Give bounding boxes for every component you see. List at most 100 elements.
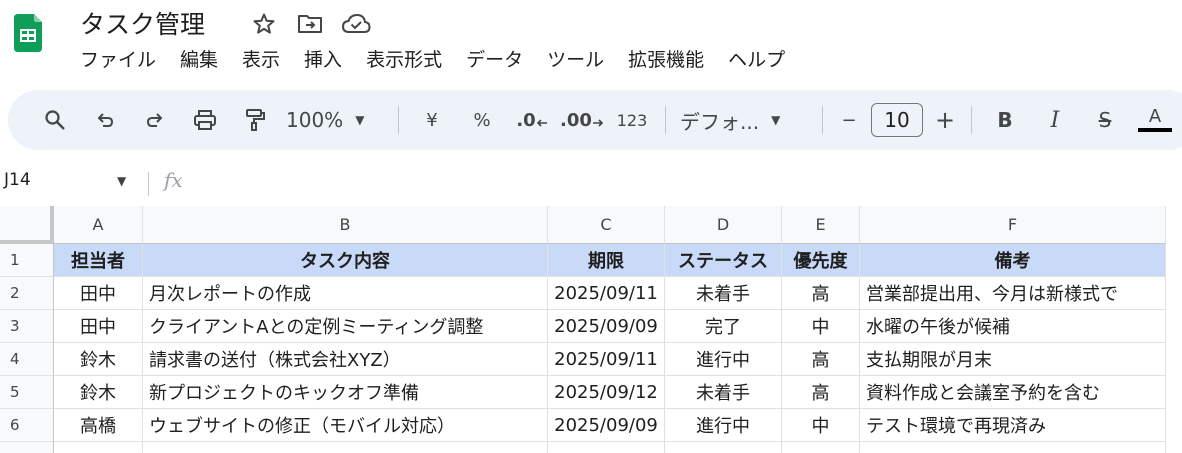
table-cell[interactable]: 中 [782, 409, 860, 442]
function-icon: fx [164, 168, 183, 192]
formula-bar: J14 ▼ fx [0, 162, 1182, 206]
empty-cell[interactable] [143, 442, 548, 453]
zoom-value: 100% [286, 108, 344, 132]
table-cell[interactable]: 2025/09/09 [548, 310, 665, 343]
name-box[interactable]: J14 [4, 170, 31, 190]
decrease-decimal-label: .0 [516, 109, 536, 131]
table-cell[interactable]: 進行中 [665, 409, 782, 442]
menu-tools[interactable]: ツール [535, 46, 616, 74]
table-cell[interactable]: 高 [782, 343, 860, 376]
menu-view[interactable]: 表示 [230, 46, 292, 74]
table-cell[interactable]: 2025/09/12 [548, 376, 665, 409]
select-all-corner[interactable] [0, 206, 54, 244]
column-header-d[interactable]: D [665, 206, 782, 244]
table-cell[interactable]: 中 [782, 310, 860, 343]
sheets-logo-icon[interactable] [14, 14, 42, 64]
empty-cell[interactable] [665, 442, 782, 453]
decrease-font-size-button[interactable]: − [831, 100, 867, 140]
row-header-4[interactable]: 4 [0, 343, 54, 376]
table-cell[interactable]: 2025/09/11 [548, 277, 665, 310]
column-header-f[interactable]: F [860, 206, 1166, 244]
table-cell[interactable]: 進行中 [665, 343, 782, 376]
text-color-swatch [1138, 128, 1172, 132]
currency-format-button[interactable]: ¥ [407, 100, 457, 140]
table-cell[interactable]: 支払期限が月末 [860, 343, 1166, 376]
row-header-5[interactable]: 5 [0, 376, 54, 409]
increase-font-size-button[interactable]: + [927, 100, 963, 140]
table-cell[interactable]: 2025/09/09 [548, 409, 665, 442]
cloud-saved-icon[interactable] [338, 10, 374, 38]
row-header-3[interactable]: 3 [0, 310, 54, 343]
menu-insert[interactable]: 挿入 [292, 46, 354, 74]
empty-cell[interactable] [548, 442, 665, 453]
search-icon[interactable] [30, 100, 80, 140]
text-color-button[interactable]: A [1130, 100, 1180, 140]
menu-edit[interactable]: 編集 [168, 46, 230, 74]
bold-button[interactable]: B [980, 100, 1030, 140]
chevron-down-icon: ▼ [771, 113, 781, 127]
table-cell[interactable]: 請求書の送付（株式会社XYZ） [143, 343, 548, 376]
menu-help[interactable]: ヘルプ [716, 46, 797, 74]
table-cell[interactable]: 鈴木 [54, 343, 143, 376]
table-cell[interactable]: テスト環境で再現済み [860, 409, 1166, 442]
column-header-b[interactable]: B [143, 206, 548, 244]
row-header-empty[interactable] [0, 442, 54, 453]
table-cell[interactable]: 月次レポートの作成 [143, 277, 548, 310]
table-cell[interactable]: クライアントAとの定例ミーティング調整 [143, 310, 548, 343]
text-color-label: A [1148, 106, 1162, 127]
table-cell[interactable]: 未着手 [665, 277, 782, 310]
table-cell[interactable]: 新プロジェクトのキックオフ準備 [143, 376, 548, 409]
table-cell[interactable]: 未着手 [665, 376, 782, 409]
header-cell[interactable]: 備考 [860, 244, 1166, 277]
row-header-6[interactable]: 6 [0, 409, 54, 442]
table-cell[interactable]: 田中 [54, 310, 143, 343]
font-size-input[interactable]: 10 [871, 103, 923, 137]
menu-extensions[interactable]: 拡張機能 [616, 46, 716, 74]
header-cell[interactable]: タスク内容 [143, 244, 548, 277]
empty-cell[interactable] [782, 442, 860, 453]
menu-data[interactable]: データ [454, 46, 535, 74]
column-header-c[interactable]: C [548, 206, 665, 244]
table-cell[interactable]: 鈴木 [54, 376, 143, 409]
row-header-2[interactable]: 2 [0, 277, 54, 310]
header-cell[interactable]: 優先度 [782, 244, 860, 277]
table-cell[interactable]: 水曜の午後が候補 [860, 310, 1166, 343]
redo-icon[interactable] [130, 100, 180, 140]
table-cell[interactable]: ウェブサイトの修正（モバイル対応） [143, 409, 548, 442]
table-cell[interactable]: 2025/09/11 [548, 343, 665, 376]
star-icon[interactable] [246, 10, 282, 38]
print-icon[interactable] [180, 100, 230, 140]
row-header-1[interactable]: 1 [0, 244, 54, 277]
table-cell[interactable]: 高 [782, 376, 860, 409]
table-cell[interactable]: 完了 [665, 310, 782, 343]
menu-format[interactable]: 表示形式 [354, 46, 454, 74]
toolbar-divider [822, 106, 823, 134]
table-cell[interactable]: 田中 [54, 277, 143, 310]
document-title[interactable]: タスク管理 [80, 5, 205, 41]
more-formats-button[interactable]: 123 [607, 100, 657, 140]
header-cell[interactable]: ステータス [665, 244, 782, 277]
table-cell[interactable]: 営業部提出用、今月は新様式で [860, 277, 1166, 310]
table-cell[interactable]: 高橋 [54, 409, 143, 442]
italic-button[interactable]: I [1030, 100, 1080, 140]
strikethrough-button[interactable]: S [1080, 100, 1130, 140]
undo-icon[interactable] [80, 100, 130, 140]
empty-cell[interactable] [860, 442, 1166, 453]
table-cell[interactable]: 資料作成と会議室予約を含む [860, 376, 1166, 409]
column-header-e[interactable]: E [782, 206, 860, 244]
zoom-select[interactable]: 100% ▼ [280, 100, 390, 140]
empty-cell[interactable] [54, 442, 143, 453]
paint-format-icon[interactable] [230, 100, 280, 140]
header-cell[interactable]: 担当者 [54, 244, 143, 277]
move-folder-icon[interactable] [292, 10, 328, 38]
toolbar-divider [971, 106, 972, 134]
menu-file[interactable]: ファイル [68, 46, 168, 74]
chevron-down-icon[interactable]: ▼ [117, 174, 126, 188]
percent-format-button[interactable]: % [457, 100, 507, 140]
header-cell[interactable]: 期限 [548, 244, 665, 277]
decrease-decimal-button[interactable]: .0 [507, 100, 557, 140]
font-family-select[interactable]: デフォ... ▼ [674, 100, 814, 140]
increase-decimal-button[interactable]: .00 [557, 100, 607, 140]
table-cell[interactable]: 高 [782, 277, 860, 310]
column-header-a[interactable]: A [54, 206, 143, 244]
